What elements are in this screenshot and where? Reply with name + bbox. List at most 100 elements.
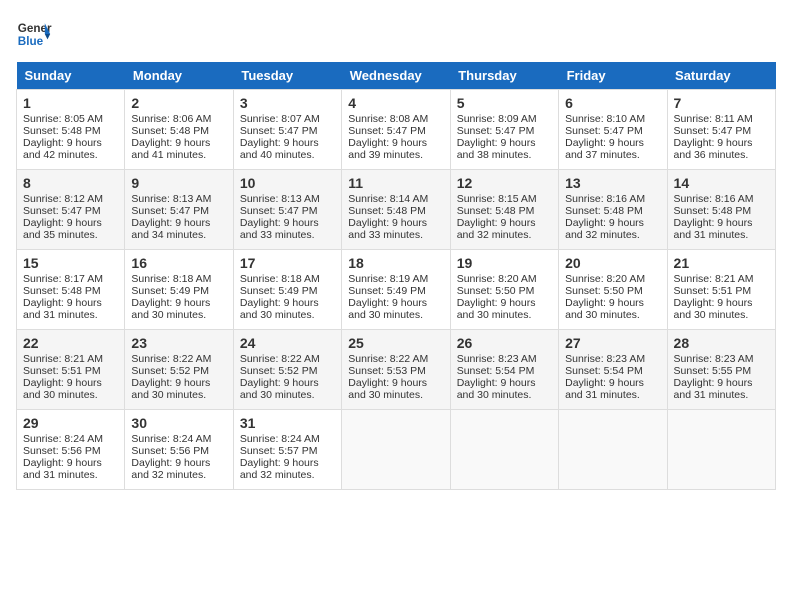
day-number: 18	[348, 255, 443, 271]
daylight: Daylight: 9 hours and 30 minutes.	[131, 377, 210, 401]
calendar-cell: 23Sunrise: 8:22 AMSunset: 5:52 PMDayligh…	[125, 330, 233, 410]
daylight: Daylight: 9 hours and 39 minutes.	[348, 137, 427, 161]
daylight: Daylight: 9 hours and 32 minutes.	[565, 217, 644, 241]
sunset: Sunset: 5:53 PM	[348, 365, 426, 377]
day-number: 7	[674, 95, 769, 111]
day-number: 19	[457, 255, 552, 271]
sunrise: Sunrise: 8:23 AM	[457, 353, 537, 365]
day-number: 13	[565, 175, 660, 191]
sunset: Sunset: 5:50 PM	[457, 285, 535, 297]
calendar-cell: 31Sunrise: 8:24 AMSunset: 5:57 PMDayligh…	[233, 410, 341, 490]
sunset: Sunset: 5:47 PM	[674, 125, 752, 137]
daylight: Daylight: 9 hours and 40 minutes.	[240, 137, 319, 161]
day-number: 15	[23, 255, 118, 271]
sunrise: Sunrise: 8:16 AM	[674, 193, 754, 205]
day-number: 26	[457, 335, 552, 351]
sunrise: Sunrise: 8:18 AM	[240, 273, 320, 285]
sunset: Sunset: 5:48 PM	[23, 285, 101, 297]
calendar-cell	[667, 410, 775, 490]
calendar-cell: 7Sunrise: 8:11 AMSunset: 5:47 PMDaylight…	[667, 90, 775, 170]
daylight: Daylight: 9 hours and 30 minutes.	[348, 377, 427, 401]
day-number: 30	[131, 415, 226, 431]
week-row-2: 8 Sunrise: 8:12 AM Sunset: 5:47 PM Daylight…	[17, 170, 776, 250]
sunset: Sunset: 5:52 PM	[240, 365, 318, 377]
day-number: 31	[240, 415, 335, 431]
sunrise: Sunrise: 8:20 AM	[457, 273, 537, 285]
day-number: 20	[565, 255, 660, 271]
week-row-1: 1Sunrise: 8:05 AMSunset: 5:48 PMDaylight…	[17, 90, 776, 170]
day-number: 8	[23, 175, 118, 191]
sunset: Sunset: 5:47 PM	[240, 205, 318, 217]
daylight: Daylight: 9 hours and 30 minutes.	[457, 297, 536, 321]
sunrise: Sunrise: 8:23 AM	[674, 353, 754, 365]
sunrise: Sunrise: 8:22 AM	[240, 353, 320, 365]
sunset: Sunset: 5:51 PM	[23, 365, 101, 377]
sunset: Sunset: 5:47 PM	[240, 125, 318, 137]
sunset: Sunset: 5:48 PM	[457, 205, 535, 217]
daylight: Daylight: 9 hours and 41 minutes.	[131, 137, 210, 161]
sunset: Sunset: 5:48 PM	[131, 125, 209, 137]
sunset: Sunset: 5:47 PM	[457, 125, 535, 137]
daylight: Daylight: 9 hours and 38 minutes.	[457, 137, 536, 161]
week-row-4: 22Sunrise: 8:21 AMSunset: 5:51 PMDayligh…	[17, 330, 776, 410]
sunrise: Sunrise: 8:15 AM	[457, 193, 537, 205]
daylight: Daylight: 9 hours and 36 minutes.	[674, 137, 753, 161]
sunrise: Sunrise: 8:22 AM	[131, 353, 211, 365]
calendar-cell: 19 Sunrise: 8:20 AMSunset: 5:50 PMDayligh…	[450, 250, 558, 330]
sunset: Sunset: 5:49 PM	[131, 285, 209, 297]
daylight: Daylight: 9 hours and 30 minutes.	[131, 297, 210, 321]
sunset: Sunset: 5:50 PM	[565, 285, 643, 297]
sunrise: Sunrise: 8:24 AM	[131, 433, 211, 445]
day-number: 4	[348, 95, 443, 111]
calendar-cell: 6Sunrise: 8:10 AMSunset: 5:47 PMDaylight…	[559, 90, 667, 170]
day-number: 21	[674, 255, 769, 271]
day-number: 24	[240, 335, 335, 351]
sunrise: Sunrise: 8:08 AM	[348, 113, 428, 125]
header: General Blue	[16, 16, 776, 52]
daylight: Daylight: 9 hours and 30 minutes.	[348, 297, 427, 321]
sunrise: Sunrise: 8:24 AM	[23, 433, 103, 445]
sunset: Sunset: 5:49 PM	[240, 285, 318, 297]
calendar-cell: 3Sunrise: 8:07 AMSunset: 5:47 PMDaylight…	[233, 90, 341, 170]
sunset: Sunset: 5:48 PM	[23, 125, 101, 137]
calendar-cell: 14Sunrise: 8:16 AMSunset: 5:48 PMDayligh…	[667, 170, 775, 250]
sunrise: Sunrise: 8:21 AM	[23, 353, 103, 365]
sunset: Sunset: 5:56 PM	[131, 445, 209, 457]
calendar-cell: 11Sunrise: 8:14 AMSunset: 5:48 PMDayligh…	[342, 170, 450, 250]
column-header-friday: Friday	[559, 62, 667, 90]
daylight: Daylight: 9 hours and 42 minutes.	[23, 137, 102, 161]
daylight: Daylight: 9 hours and 30 minutes.	[240, 377, 319, 401]
sunrise: Sunrise: 8:16 AM	[565, 193, 645, 205]
daylight: Daylight: 9 hours and 32 minutes.	[240, 457, 319, 481]
calendar-cell: 24 Sunrise: 8:22 AMSunset: 5:52 PMDayligh…	[233, 330, 341, 410]
day-number: 17	[240, 255, 335, 271]
svg-text:Blue: Blue	[18, 35, 44, 48]
logo-icon: General Blue	[16, 16, 52, 52]
daylight: Daylight: 9 hours and 35 minutes.	[23, 217, 102, 241]
calendar-cell: 8Sunrise: 8:12 AMSunset: 5:47 PMDaylight…	[17, 170, 125, 250]
header-row: SundayMondayTuesdayWednesdayThursdayFrid…	[17, 62, 776, 90]
calendar-cell: 30 Sunrise: 8:24 AMSunset: 5:56 PMDayligh…	[125, 410, 233, 490]
sunset: Sunset: 5:47 PM	[348, 125, 426, 137]
sunset: Sunset: 5:55 PM	[674, 365, 752, 377]
daylight: Daylight: 9 hours and 32 minutes.	[457, 217, 536, 241]
column-header-saturday: Saturday	[667, 62, 775, 90]
calendar-cell: 1Sunrise: 8:05 AMSunset: 5:48 PMDaylight…	[17, 90, 125, 170]
day-number: 3	[240, 95, 335, 111]
day-number: 25	[348, 335, 443, 351]
daylight: Daylight: 9 hours and 32 minutes.	[131, 457, 210, 481]
sunset: Sunset: 5:52 PM	[131, 365, 209, 377]
calendar-cell: 10Sunrise: 8:13 AMSunset: 5:47 PMDayligh…	[233, 170, 341, 250]
calendar-cell: 15Sunrise: 8:17 AMSunset: 5:48 PMDayligh…	[17, 250, 125, 330]
day-number: 10	[240, 175, 335, 191]
sunrise: Sunrise: 8:22 AM	[348, 353, 428, 365]
week-row-5: 29Sunrise: 8:24 AMSunset: 5:56 PMDayligh…	[17, 410, 776, 490]
sunrise: Sunrise: 8:12 AM	[23, 193, 103, 205]
calendar-cell: 16Sunrise: 8:18 AMSunset: 5:49 PMDayligh…	[125, 250, 233, 330]
daylight: Daylight: 9 hours and 31 minutes.	[674, 377, 753, 401]
sunrise: Sunrise: 8:14 AM	[348, 193, 428, 205]
day-number: 5	[457, 95, 552, 111]
sunset: Sunset: 5:48 PM	[348, 205, 426, 217]
calendar-table: SundayMondayTuesdayWednesdayThursdayFrid…	[16, 62, 776, 490]
sunset: Sunset: 5:54 PM	[565, 365, 643, 377]
